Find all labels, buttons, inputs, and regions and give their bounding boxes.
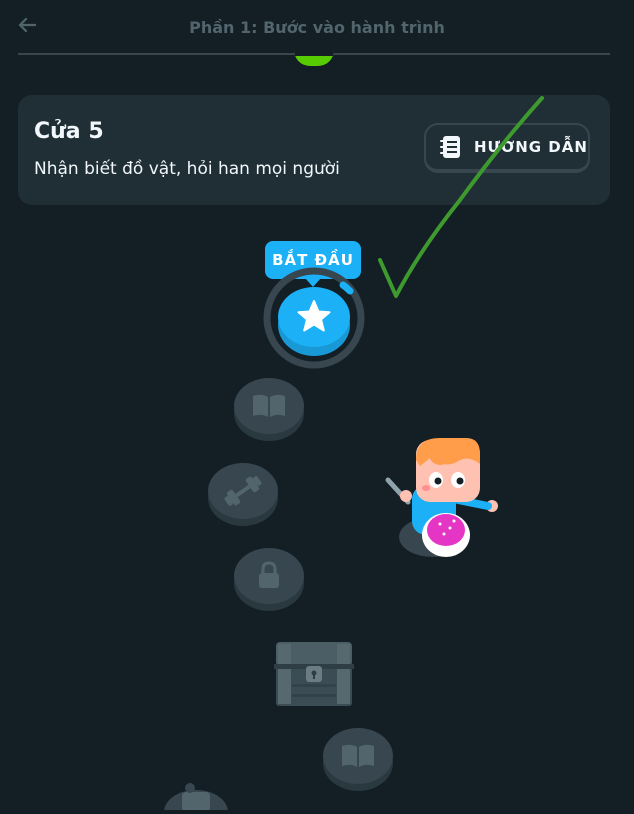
lesson-node-practice-book[interactable] xyxy=(233,376,305,442)
guidebook-label: HƯỚNG DẪN xyxy=(474,138,588,156)
lesson-node-start[interactable] xyxy=(263,267,365,369)
section-title: Phần 1: Bước vào hành trình xyxy=(189,18,445,37)
top-bar: Phần 1: Bước vào hành trình xyxy=(0,0,634,56)
treasure-chest-icon xyxy=(274,642,354,706)
lesson-node-story-book[interactable] xyxy=(322,726,394,792)
lesson-node-exercise[interactable] xyxy=(207,461,279,527)
lesson-node-locked[interactable] xyxy=(233,546,305,612)
guidebook-button[interactable]: HƯỚNG DẪN xyxy=(424,123,590,173)
unit-title: Cửa 5 xyxy=(34,119,104,144)
guidebook-icon xyxy=(440,136,460,158)
trophy-icon xyxy=(164,783,228,814)
character-illustration xyxy=(380,430,510,560)
unit-trophy[interactable] xyxy=(160,778,232,814)
treasure-chest[interactable] xyxy=(272,638,356,710)
unit-card: Cửa 5 Nhận biết đồ vật, hỏi han mọi ngườ… xyxy=(18,95,610,205)
unit-subtitle: Nhận biết đồ vật, hỏi han mọi người xyxy=(34,159,340,179)
completed-node-peek[interactable] xyxy=(294,50,334,66)
